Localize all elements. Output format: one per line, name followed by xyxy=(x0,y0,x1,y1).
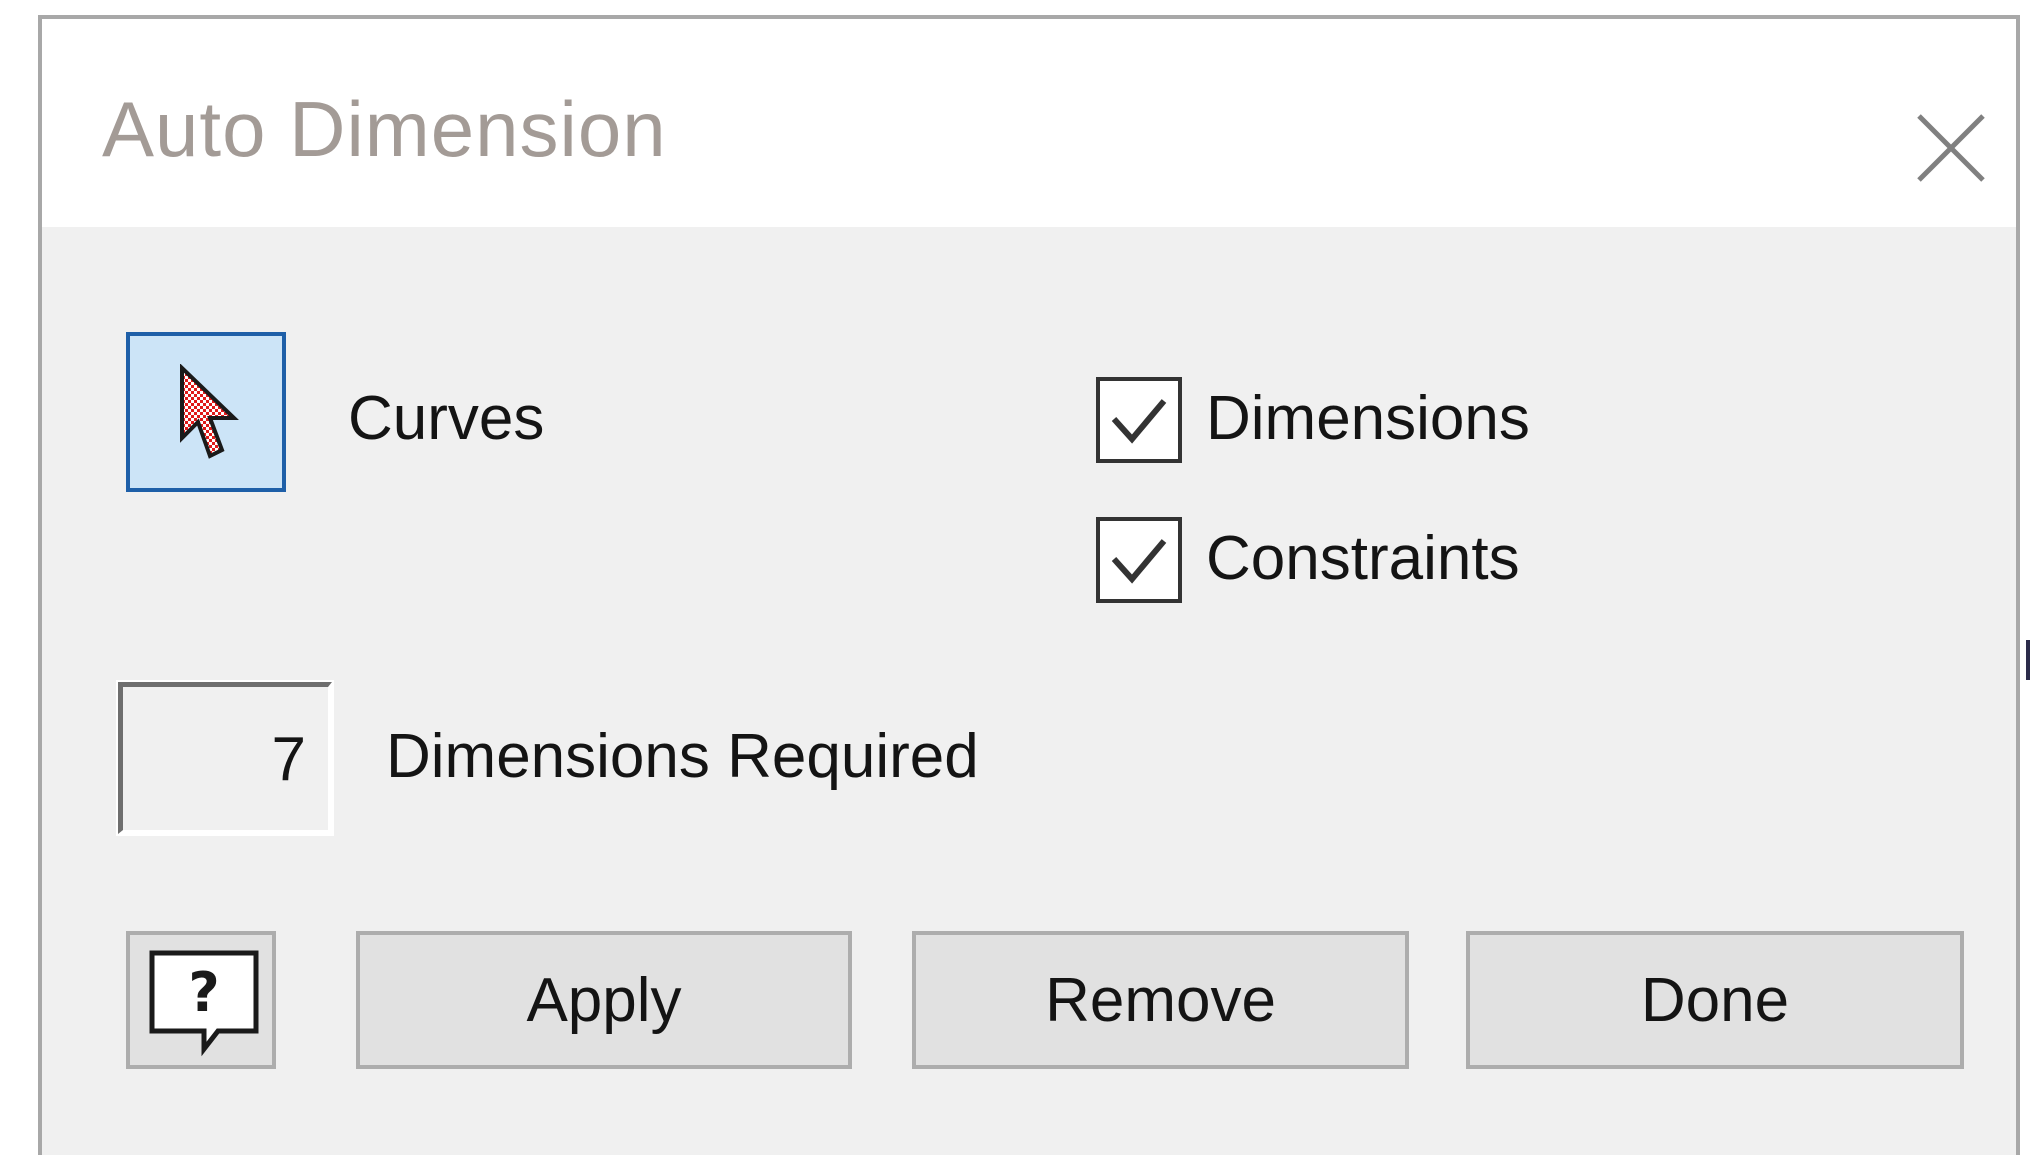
checkmark-icon xyxy=(1111,539,1167,584)
constraints-checkbox[interactable] xyxy=(1096,517,1182,603)
dimensions-label: Dimensions xyxy=(1206,384,1530,453)
dialog-title: Auto Dimension xyxy=(102,85,667,173)
constraints-label: Constraints xyxy=(1206,524,1520,593)
title-bar: Auto Dimension xyxy=(42,19,2016,227)
auto-dimension-dialog: Auto Dimension Curves Dimensions Constra… xyxy=(38,15,2020,1155)
apply-button-label: Apply xyxy=(526,966,682,1035)
done-button-label: Done xyxy=(1640,966,1790,1035)
apply-button[interactable]: Apply xyxy=(356,931,852,1069)
close-icon xyxy=(1917,114,1985,182)
cursor-arrow-icon xyxy=(180,364,239,459)
dimensions-required-label: Dimensions Required xyxy=(386,722,979,791)
count-value: 7 xyxy=(271,725,306,794)
done-button[interactable]: Done xyxy=(1466,931,1964,1069)
close-button[interactable] xyxy=(1877,74,2007,204)
remove-button[interactable]: Remove xyxy=(912,931,1409,1069)
dimensions-checkbox[interactable] xyxy=(1096,377,1182,463)
dimensions-required-count: 7 xyxy=(118,682,332,834)
remove-button-label: Remove xyxy=(1045,966,1276,1035)
window-edge-artifact xyxy=(2026,640,2030,680)
curves-label: Curves xyxy=(348,384,545,453)
checkmark-icon xyxy=(1111,399,1167,444)
select-curves-button[interactable] xyxy=(126,332,286,492)
help-icon: ? xyxy=(149,950,259,1057)
svg-text:?: ? xyxy=(188,961,219,1024)
help-button[interactable]: ? xyxy=(126,931,276,1069)
